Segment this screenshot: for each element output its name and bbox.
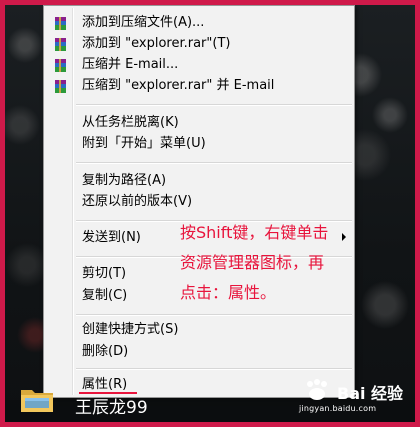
menu-item-delete[interactable]: 删除(D): [46, 341, 352, 362]
menu-item-unpin-from-taskbar[interactable]: 从任务栏脱离(K): [46, 112, 352, 133]
context-menu: 添加到压缩文件(A)... 添加到 "explorer.rar"(T) 压缩并 …: [43, 5, 355, 398]
explorer-folder-icon[interactable]: [19, 382, 55, 416]
instruction-annotation: 按Shift键，右键单击 资源管理器图标，再 点击：属性。: [180, 218, 355, 308]
menu-item-label: 复制(C): [82, 288, 128, 303]
menu-item-label: 压缩到 "explorer.rar" 并 E-mail: [82, 78, 275, 93]
annotation-line: 按Shift键，右键单击: [180, 223, 329, 242]
baidu-jingyan-watermark: Bai 经验 jingyan.baidu.com: [297, 376, 407, 422]
menu-separator: [76, 368, 352, 370]
menu-item-create-shortcut[interactable]: 创建快捷方式(S): [46, 319, 352, 340]
menu-item-add-to-explorer-rar[interactable]: 添加到 "explorer.rar"(T): [46, 33, 352, 54]
menu-item-pin-to-start-menu[interactable]: 附到「开始」菜单(U): [46, 133, 352, 154]
winrar-books-icon: [54, 37, 67, 51]
user-name-label: 王辰龙99: [75, 398, 148, 418]
winrar-books-icon: [54, 58, 67, 72]
desktop-background: 添加到压缩文件(A)... 添加到 "explorer.rar"(T) 压缩并 …: [5, 5, 415, 422]
winrar-books-icon: [54, 16, 67, 30]
watermark-brand: Bai 经验: [337, 384, 404, 403]
properties-highlight-underline: [79, 392, 137, 394]
menu-item-label: 添加到 "explorer.rar"(T): [82, 36, 231, 51]
menu-item-label: 压缩并 E-mail...: [82, 57, 179, 72]
menu-item-label: 还原以前的版本(V): [82, 194, 193, 209]
menu-item-label: 复制为路径(A): [82, 173, 167, 188]
menu-separator: [76, 314, 352, 316]
menu-separator: [76, 104, 352, 106]
menu-item-add-to-archive[interactable]: 添加到压缩文件(A)...: [46, 12, 352, 33]
screenshot-frame: 添加到压缩文件(A)... 添加到 "explorer.rar"(T) 压缩并 …: [0, 0, 420, 427]
menu-separator: [76, 162, 352, 164]
menu-item-label: 剪切(T): [82, 266, 127, 281]
menu-item-label: 从任务栏脱离(K): [82, 115, 179, 130]
menu-item-label: 附到「开始」菜单(U): [82, 136, 206, 151]
baidu-paw-logo-icon: [301, 378, 335, 402]
winrar-books-icon: [54, 79, 67, 93]
menu-item-label: 创建快捷方式(S): [82, 322, 179, 337]
menu-item-copy-as-path[interactable]: 复制为路径(A): [46, 170, 352, 191]
menu-item-compress-to-rar-and-email[interactable]: 压缩到 "explorer.rar" 并 E-mail: [46, 75, 352, 96]
watermark-url: jingyan.baidu.com: [299, 404, 377, 413]
menu-item-label: 添加到压缩文件(A)...: [82, 15, 205, 30]
annotation-line: 资源管理器图标，再: [180, 253, 325, 272]
menu-item-restore-previous-versions[interactable]: 还原以前的版本(V): [46, 191, 352, 212]
menu-item-label: 发送到(N): [82, 230, 141, 245]
menu-item-compress-and-email[interactable]: 压缩并 E-mail...: [46, 54, 352, 75]
annotation-line: 点击：属性。: [180, 283, 277, 302]
menu-item-label: 删除(D): [82, 344, 129, 359]
